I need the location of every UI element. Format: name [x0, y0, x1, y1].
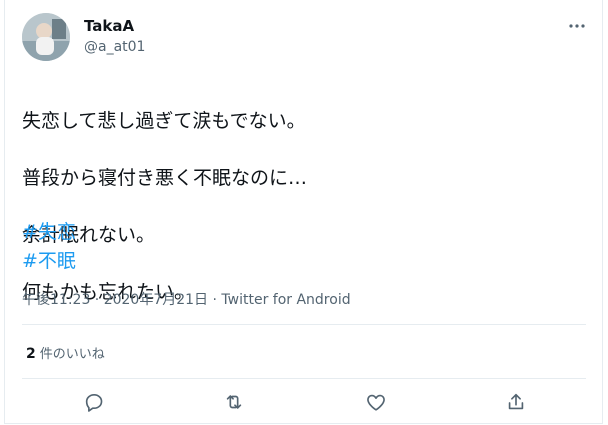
likes-count[interactable]: 2 件のいいね: [26, 343, 105, 362]
tweet-line: 失恋して悲し過ぎて涙もでない。: [22, 109, 306, 132]
divider: [22, 378, 586, 379]
divider: [22, 324, 586, 325]
retweet-icon[interactable]: [220, 388, 248, 416]
reply-icon[interactable]: [80, 388, 108, 416]
heart-icon[interactable]: [362, 388, 390, 416]
tweet-timestamp[interactable]: 午後11:23 · 2020年7月21日 · Twitter for Andro…: [22, 289, 351, 309]
avatar-photo: [22, 13, 70, 61]
hashtag-link[interactable]: #失恋: [22, 218, 76, 247]
display-name[interactable]: TakaA: [84, 17, 134, 35]
tweet-line: 普段から寝付き悪く不眠なのに…: [22, 166, 308, 189]
more-horizontal-icon[interactable]: [568, 17, 586, 35]
tweet-card: TakaA @a_at01 失恋して悲し過ぎて涙もでない。 普段から寝付き悪く不…: [4, 0, 603, 424]
hashtag-list: #失恋 #不眠: [22, 218, 76, 275]
user-handle[interactable]: @a_at01: [84, 39, 145, 55]
hashtag-link[interactable]: #不眠: [22, 247, 76, 276]
avatar[interactable]: [22, 13, 70, 61]
likes-label: 件のいいね: [39, 347, 105, 362]
tweet-line: 余計眠れない。: [22, 223, 156, 246]
action-bar: [5, 388, 602, 418]
share-icon[interactable]: [502, 388, 530, 416]
likes-number: 2: [26, 346, 36, 362]
